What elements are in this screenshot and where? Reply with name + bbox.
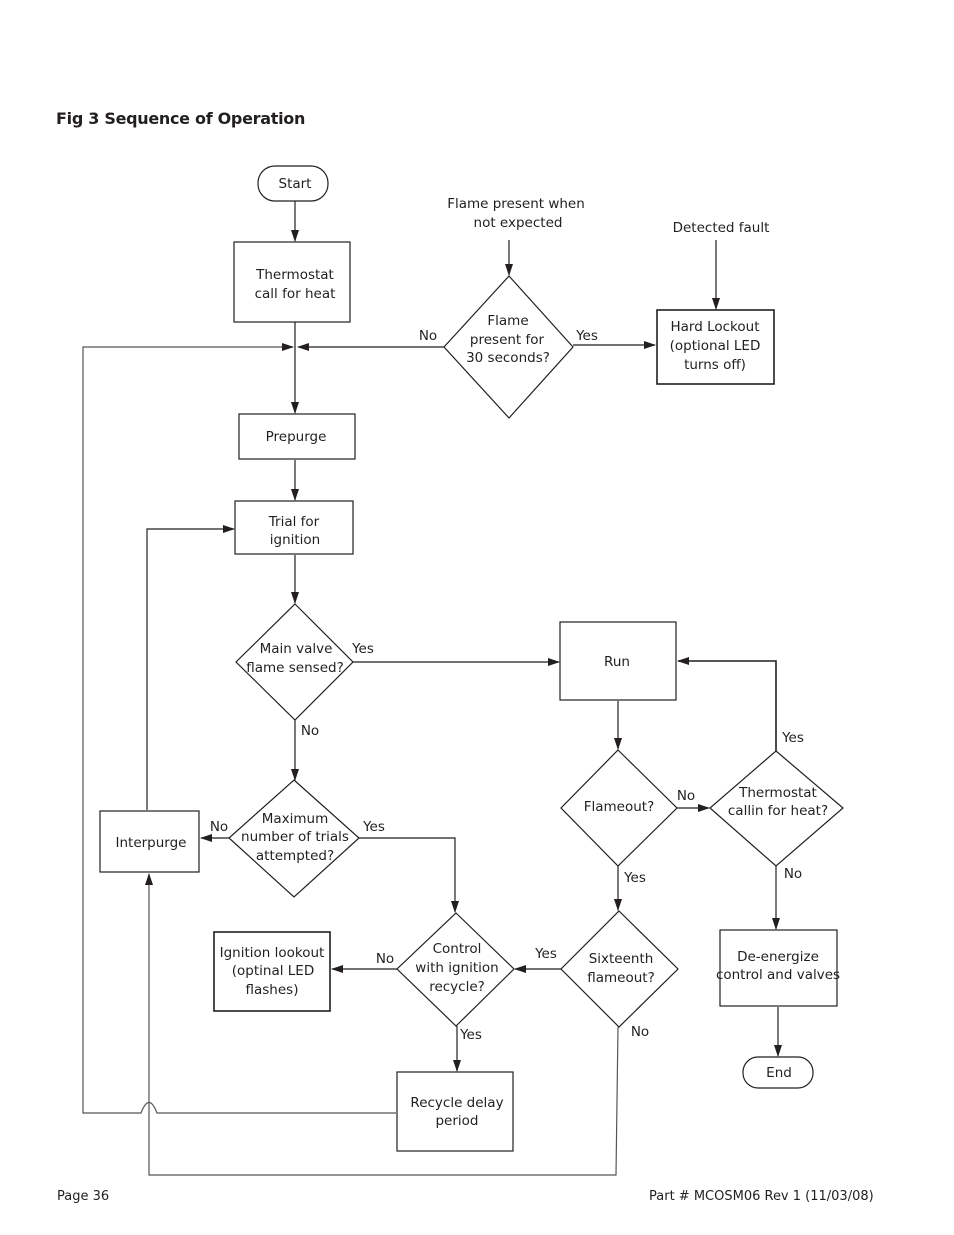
edge-maxtrials-yes: [359, 837, 459, 913]
node-sixteenth-flameout: Sixteenth flameout?: [560, 910, 679, 1028]
node-thermostat-call: Thermostat call for heat: [233, 241, 351, 323]
node-flame-30s: Flame present for 30 seconds?: [443, 275, 574, 419]
node-deenergize-line: control and valves: [716, 967, 840, 983]
node-recycle-delay-line: Recycle delay: [410, 1095, 503, 1111]
edge-label-mainvalve-no: No: [301, 723, 319, 739]
node-main-valve: Main valve flame sensed?: [235, 603, 354, 721]
node-trial-ignition-line: Trial for: [268, 514, 320, 530]
node-end-label: End: [766, 1065, 792, 1081]
node-sixteenth-flameout-line: flameout?: [587, 970, 655, 986]
node-hard-lockout-line: (optional LED: [670, 338, 761, 354]
node-sixteenth-flameout-line: Sixteenth: [589, 951, 654, 967]
node-start-label: Start: [279, 176, 312, 192]
edge-label-recycle-no: No: [376, 951, 394, 967]
note-flame-unexpected-line: not expected: [474, 215, 563, 231]
node-hard-lockout-line: Hard Lockout: [670, 319, 759, 335]
node-trial-ignition: Trial for ignition: [234, 500, 354, 555]
node-ignition-lockout-line: (optinal LED: [232, 963, 314, 979]
node-control-recycle-line: recycle?: [429, 979, 485, 995]
node-max-trials-line: Maximum: [262, 811, 329, 827]
flowchart: Start Thermostat call for heat Flame pre…: [82, 165, 844, 1176]
node-flame-30s-line: Flame: [487, 313, 528, 329]
node-main-valve-line: Main valve: [260, 641, 333, 657]
node-control-recycle-line: Control: [433, 941, 482, 957]
node-ignition-lockout-line: Ignition lookout: [220, 945, 325, 961]
node-trial-ignition-line: ignition: [270, 532, 321, 548]
node-max-trials: Maximum number of trials attempted?: [228, 779, 360, 898]
node-recycle-delay-line: period: [435, 1113, 478, 1129]
edge-label-sixteenth-no: No: [631, 1024, 649, 1040]
node-hard-lockout-line: turns off): [684, 357, 746, 373]
node-prepurge-label: Prepurge: [266, 429, 327, 445]
edge-label-maxtrials-yes: Yes: [362, 819, 385, 835]
node-control-recycle: Control with ignition recycle?: [396, 912, 515, 1027]
node-recycle-delay: Recycle delay period: [396, 1071, 514, 1152]
note-detected-fault: Detected fault: [673, 220, 770, 236]
node-max-trials-line: number of trials: [241, 829, 349, 845]
node-flameout-label: Flameout?: [584, 799, 655, 815]
edge-label-thermcall-yes: Yes: [781, 730, 804, 746]
node-deenergize-line: De-energize: [737, 949, 819, 965]
node-ignition-lockout: Ignition lookout (optinal LED flashes): [213, 931, 331, 1012]
node-end: End: [742, 1056, 814, 1089]
edge-label-flameout-yes: Yes: [623, 870, 646, 886]
edge-label-mainvalve-yes: Yes: [351, 641, 374, 657]
edge-sixteenth-no: [145, 873, 619, 1176]
node-thermostat-call-line: call for heat: [255, 286, 336, 302]
node-run-label: Run: [604, 654, 630, 670]
node-thermostat-calling-line: callin for heat?: [728, 803, 828, 819]
node-control-recycle-line: with ignition: [415, 960, 498, 976]
node-max-trials-line: attempted?: [256, 848, 334, 864]
part-number: Part # MCOSM06 Rev 1 (11/03/08): [649, 1189, 874, 1204]
edge-thermcall-yes: [677, 657, 777, 751]
node-interpurge-label: Interpurge: [115, 835, 186, 851]
node-deenergize: De-energize control and valves: [716, 929, 840, 1007]
edge-label-maxtrials-no: No: [210, 819, 228, 835]
node-flameout: Flameout?: [560, 749, 678, 867]
page-number: Page 36: [57, 1189, 110, 1204]
edge-label-sixteenth-yes: Yes: [534, 946, 557, 962]
node-main-valve-line: flame sensed?: [246, 660, 344, 676]
note-flame-unexpected: Flame present when not expected: [447, 196, 585, 231]
node-hard-lockout: Hard Lockout (optional LED turns off): [656, 309, 775, 385]
edge-label-flame30-no: No: [419, 328, 437, 344]
node-flame-30s-line: 30 seconds?: [466, 350, 550, 366]
node-prepurge: Prepurge: [238, 413, 356, 460]
edge-label-thermcall-no: No: [784, 866, 802, 882]
node-thermostat-calling-line: Thermostat: [738, 785, 817, 801]
node-flame-30s-line: present for: [470, 332, 545, 348]
note-detected-fault-line: Detected fault: [673, 220, 770, 236]
node-ignition-lockout-line: flashes): [246, 982, 299, 998]
edge-label-recycle-yes: Yes: [459, 1027, 482, 1043]
edge-interpurge-trial: [146, 525, 235, 810]
edge-label-flameout-no: No: [677, 788, 695, 804]
note-flame-unexpected-line: Flame present when: [447, 196, 585, 212]
node-start: Start: [257, 165, 329, 202]
edge-label-flame30-yes: Yes: [575, 328, 598, 344]
node-run: Run: [559, 621, 677, 701]
node-thermostat-call-line: Thermostat: [255, 267, 334, 283]
node-thermostat-calling: Thermostat callin for heat?: [709, 750, 844, 867]
node-interpurge: Interpurge: [99, 810, 200, 873]
